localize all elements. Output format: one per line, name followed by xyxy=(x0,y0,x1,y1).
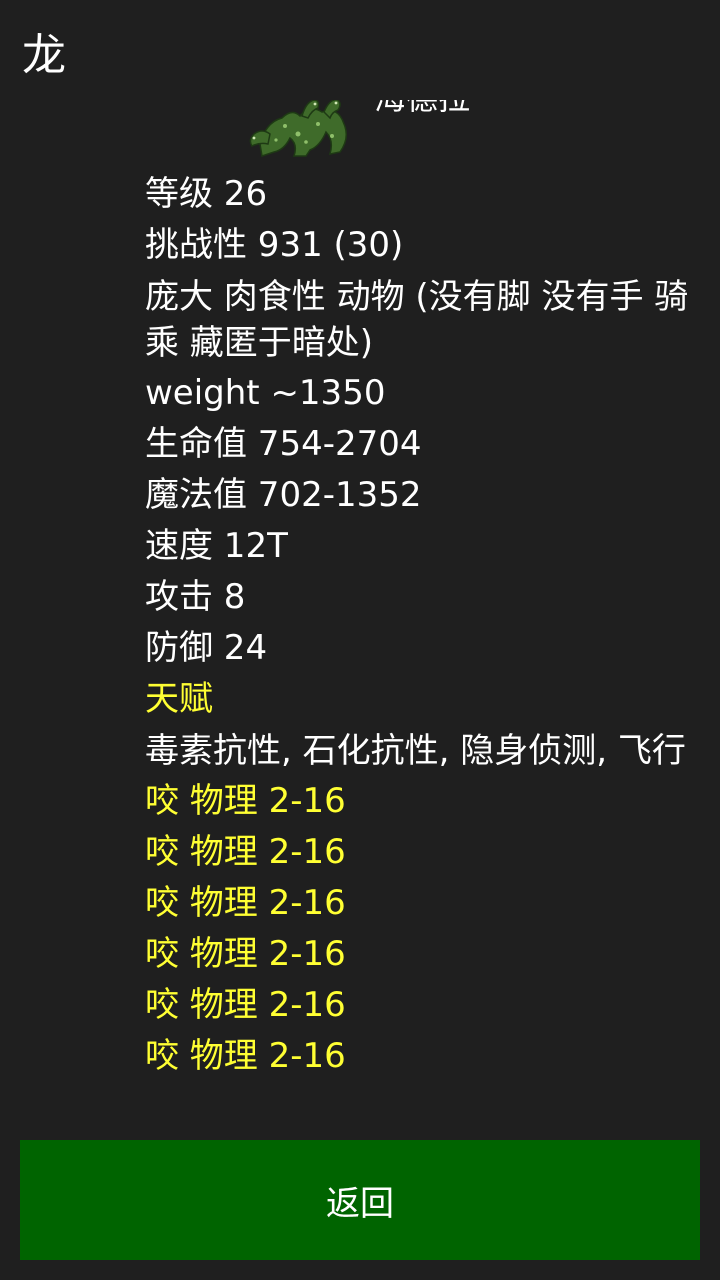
talent-header: 天赋 xyxy=(145,679,213,719)
level-text: 等级 26 xyxy=(145,174,268,214)
dialog-title: 龙 xyxy=(22,30,66,81)
hydra-sprite-icon xyxy=(249,100,347,157)
hp-text: 生命值 754-2704 xyxy=(145,424,422,464)
monster-stats: 等级 26 挑战性 931 (30) 庞大 肉食性 动物 (没有脚 没有手 骑乘… xyxy=(145,172,693,1085)
monster-info-screen: 龙 等级 26 挑战性 931 (30) 庞大 肉食性 动物 (没有脚 没有手 … xyxy=(0,0,720,1280)
attack-entry: 咬 物理 2-16 xyxy=(145,934,346,974)
monster-header: 海德拉 xyxy=(240,100,540,162)
attack-text: 攻击 8 xyxy=(145,577,246,617)
attack-entry: 咬 物理 2-16 xyxy=(145,883,346,923)
back-button[interactable]: 返回 xyxy=(20,1140,700,1260)
attack-entry: 咬 物理 2-16 xyxy=(145,781,346,821)
challenge-text: 挑战性 931 (30) xyxy=(145,225,404,265)
weight-text: weight ~1350 xyxy=(145,373,386,413)
talents-text: 毒素抗性, 石化抗性, 隐身侦测, 飞行 xyxy=(145,731,686,771)
defense-text: 防御 24 xyxy=(145,628,268,668)
speed-text: 速度 12T xyxy=(145,526,288,566)
attack-entry: 咬 物理 2-16 xyxy=(145,985,346,1025)
traits-text: 庞大 肉食性 动物 (没有脚 没有手 骑乘 藏匿于暗处) xyxy=(145,277,689,363)
monster-name: 海德拉 xyxy=(374,100,470,118)
monster-detail-scroll[interactable]: 海德拉 等级 26 挑战性 931 (30) 庞大 肉食性 动物 (没有脚 没有… xyxy=(0,100,720,1130)
attack-entry: 咬 物理 2-16 xyxy=(145,832,346,872)
attack-entry: 咬 物理 2-16 xyxy=(145,1036,346,1076)
mp-text: 魔法值 702-1352 xyxy=(145,475,422,515)
